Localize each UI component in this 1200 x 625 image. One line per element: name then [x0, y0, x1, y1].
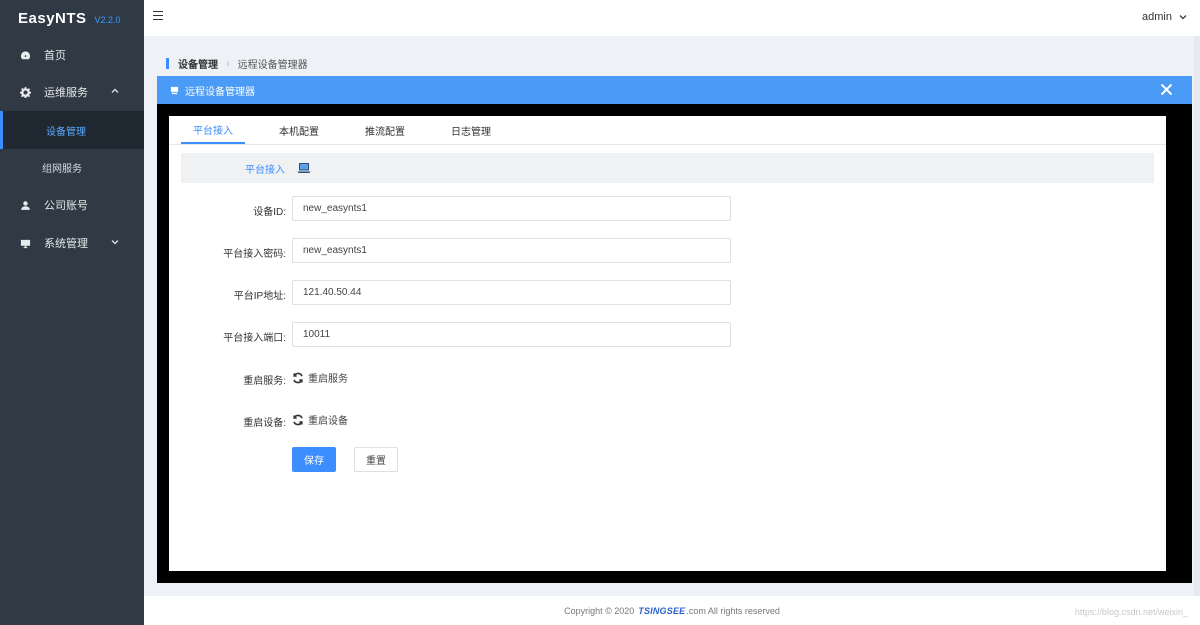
device-manager-panel: 远程设备管理器 平台接入 本机配置 推流配置 日志管理 平台接入 设备ID: n…: [157, 76, 1192, 583]
sidebar-item-label: 运维服务: [44, 87, 88, 99]
sidebar-item-label: 首页: [44, 50, 66, 62]
device-icon: [170, 86, 179, 95]
chevron-down-icon: [1179, 15, 1187, 20]
form-row-restart-device: 重启设备: 重启设备: [169, 407, 1166, 433]
panel-content: 平台接入 本机配置 推流配置 日志管理 平台接入 设备ID: new_easyn…: [169, 116, 1166, 571]
section-title: 平台接入: [245, 164, 285, 176]
port-label: 平台接入端口:: [223, 333, 286, 344]
refresh-icon: [293, 414, 303, 425]
tab-log-management[interactable]: 日志管理: [439, 116, 503, 144]
sidebar-item-company-account[interactable]: 公司账号: [0, 186, 144, 224]
form-row-port: 平台接入端口: 10011: [169, 322, 1166, 348]
chevron-up-icon: [110, 86, 120, 96]
sidebar-item-label: 组网服务: [42, 163, 82, 175]
device-id-label: 设备ID:: [253, 207, 286, 218]
breadcrumb: 设备管理 › 远程设备管理器: [166, 56, 308, 71]
restart-service-button[interactable]: 重启服务: [292, 370, 348, 385]
form-row-ip: 平台IP地址: 121.40.50.44: [169, 280, 1166, 306]
sidebar-item-device-management[interactable]: 设备管理: [0, 111, 144, 149]
gear-icon: [18, 85, 32, 99]
footer-prefix: Copyright © 2020: [564, 605, 635, 616]
tab-divider: [169, 144, 1166, 145]
footer: Copyright © 2020 TSINGSEE .com All right…: [144, 596, 1200, 625]
watermark: https://blog.csdn.net/weixin_: [1074, 607, 1188, 617]
password-input[interactable]: new_easynts1: [292, 238, 731, 263]
footer-suffix: .com All rights reserved: [686, 605, 780, 616]
close-icon[interactable]: [1160, 83, 1173, 96]
section-header: 平台接入: [181, 153, 1154, 183]
app-name: EasyNTS: [18, 9, 87, 27]
dashboard-icon: [18, 48, 32, 62]
refresh-icon: [293, 372, 303, 383]
device-id-input[interactable]: new_easynts1: [292, 196, 731, 221]
user-menu[interactable]: admin: [1142, 11, 1188, 23]
topbar: admin: [144, 0, 1200, 36]
brand[interactable]: EasyNTS V2.2.0: [0, 0, 144, 36]
ip-input[interactable]: 121.40.50.44: [292, 280, 731, 305]
breadcrumb-parent[interactable]: 设备管理: [178, 56, 218, 71]
sidebar-item-ops[interactable]: 运维服务: [0, 73, 144, 111]
breadcrumb-separator-icon: ›: [226, 57, 230, 70]
menu-toggle-icon[interactable]: [153, 11, 163, 21]
tab-stream-config[interactable]: 推流配置: [353, 116, 417, 144]
restart-device-text: 重启设备: [308, 416, 348, 427]
footer-brand: TSINGSEE: [638, 605, 686, 616]
reset-button[interactable]: 重置: [354, 447, 398, 472]
sidebar-item-home[interactable]: 首页: [0, 36, 144, 74]
form-row-password: 平台接入密码: new_easynts1: [169, 238, 1166, 264]
form-row-device-id: 设备ID: new_easynts1: [169, 196, 1166, 222]
form-row-restart-service: 重启服务: 重启服务: [169, 365, 1166, 391]
sidebar-item-system[interactable]: 系统管理: [0, 224, 144, 262]
tab-bar: 平台接入 本机配置 推流配置 日志管理: [181, 116, 525, 145]
sidebar-item-label: 系统管理: [44, 238, 88, 250]
panel-title: 远程设备管理器: [185, 86, 255, 98]
username: admin: [1142, 11, 1172, 23]
sidebar: EasyNTS V2.2.0 首页 运维服务 设备管理 组网服务 公司账号 系统…: [0, 0, 144, 625]
sidebar-item-label: 公司账号: [44, 200, 88, 212]
breadcrumb-marker: [166, 58, 169, 69]
save-button[interactable]: 保存: [292, 447, 336, 472]
panel-header: 远程设备管理器: [157, 76, 1192, 104]
restart-service-label: 重启服务:: [243, 376, 286, 387]
user-icon: [18, 198, 32, 212]
scrollbar[interactable]: [1194, 36, 1200, 596]
sidebar-item-networking[interactable]: 组网服务: [0, 148, 144, 186]
laptop-icon: [297, 162, 311, 174]
tab-platform-access[interactable]: 平台接入: [181, 116, 245, 144]
chevron-down-icon: [110, 237, 120, 247]
restart-device-label: 重启设备:: [243, 418, 286, 429]
restart-service-text: 重启服务: [308, 374, 348, 385]
port-input[interactable]: 10011: [292, 322, 731, 347]
app-version: V2.2.0: [94, 14, 121, 25]
sidebar-item-label: 设备管理: [46, 126, 86, 138]
monitor-icon: [18, 236, 32, 250]
breadcrumb-current: 远程设备管理器: [237, 60, 308, 71]
password-label: 平台接入密码:: [223, 249, 286, 260]
restart-device-button[interactable]: 重启设备: [292, 412, 348, 427]
tab-local-config[interactable]: 本机配置: [267, 116, 331, 144]
ip-label: 平台IP地址:: [233, 291, 286, 302]
